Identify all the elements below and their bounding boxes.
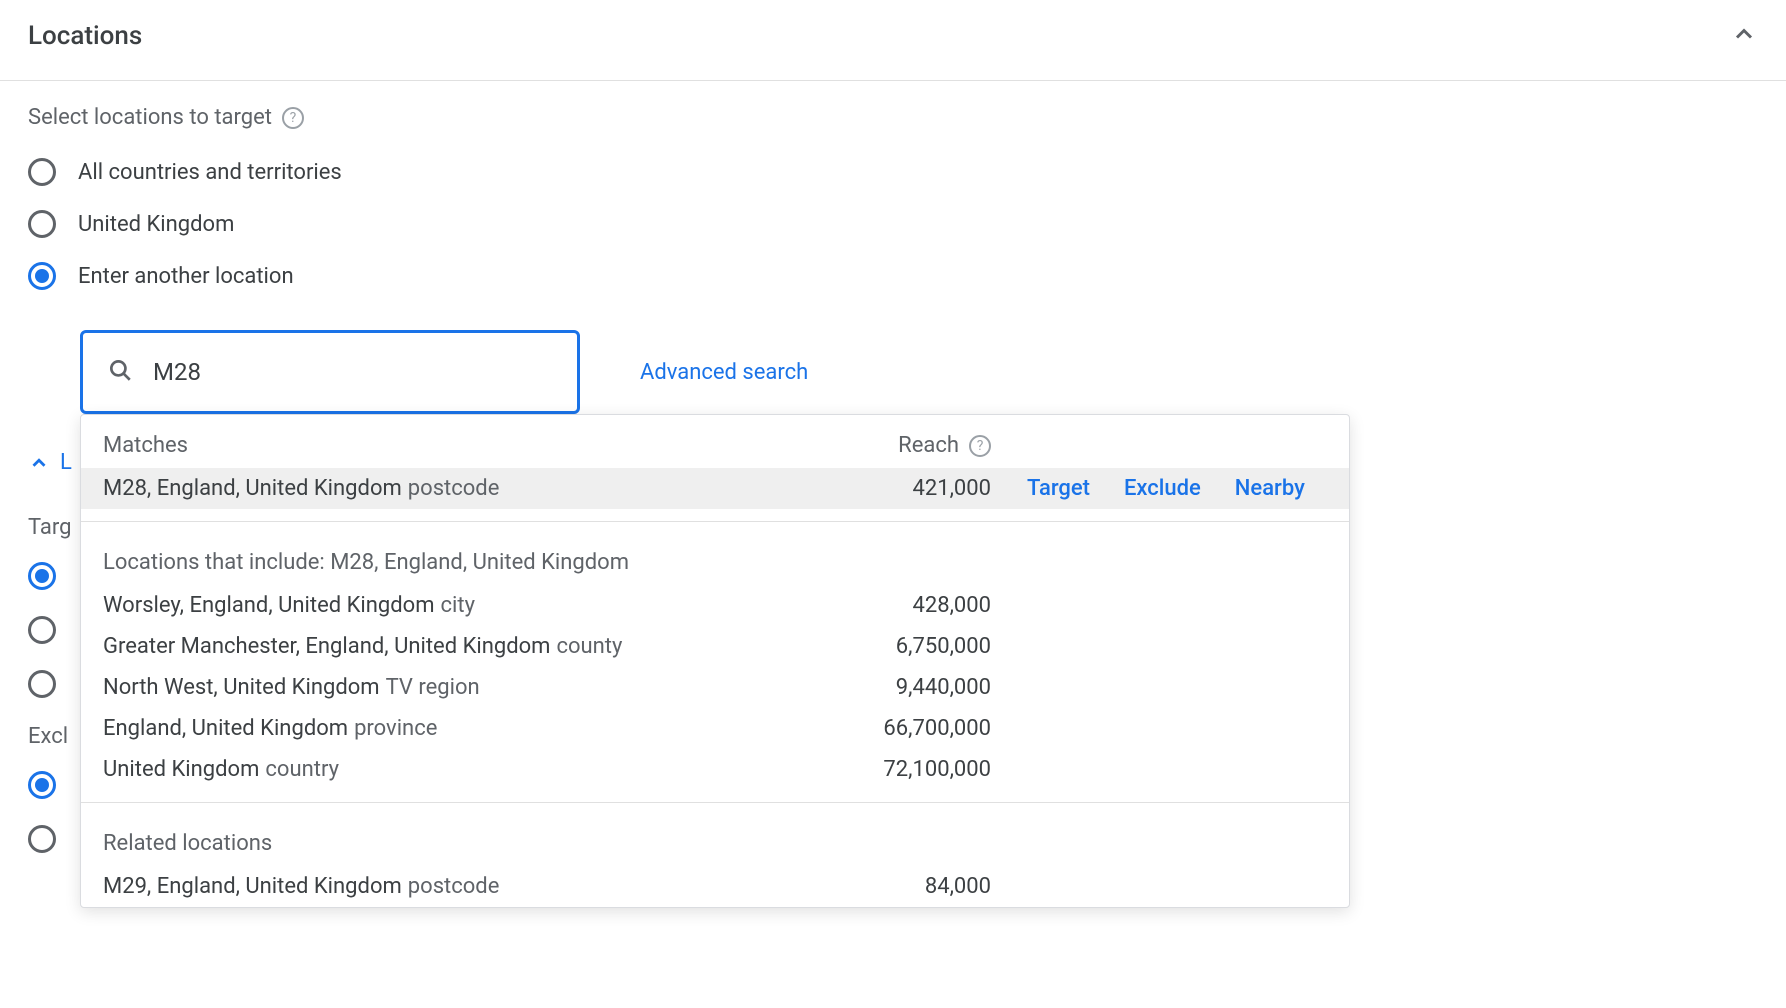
radio-icon — [28, 670, 56, 698]
suggestion-name: United Kingdom — [103, 757, 259, 782]
suggestion-name: M28, England, United Kingdom — [103, 476, 402, 501]
suggestion-type: province — [354, 716, 437, 741]
suggestion-type: TV region — [386, 675, 480, 700]
radio-icon — [28, 562, 56, 590]
includes-section-label: Locations that include: M28, England, Un… — [81, 534, 1349, 585]
radio-all-countries[interactable]: All countries and territories — [28, 158, 1758, 186]
suggestion-name: North West, United Kingdom — [103, 675, 380, 700]
suggestion-row[interactable]: England, United Kingdomprovince 66,700,00… — [81, 708, 1349, 749]
suggestion-reach: 6,750,000 — [801, 634, 1001, 659]
divider — [81, 802, 1349, 803]
suggestion-type: country — [265, 757, 339, 782]
collapse-icon[interactable] — [1730, 20, 1758, 52]
related-section-label: Related locations — [81, 815, 1349, 866]
help-icon[interactable]: ? — [282, 107, 304, 129]
radio-enter-another[interactable]: Enter another location — [28, 262, 1758, 290]
suggestion-name: England, United Kingdom — [103, 716, 348, 741]
target-button[interactable]: Target — [1027, 476, 1090, 501]
panel-title: Locations — [28, 21, 142, 51]
suggestion-reach: 428,000 — [801, 593, 1001, 618]
nearby-button[interactable]: Nearby — [1235, 476, 1305, 501]
reach-header: Reach — [898, 433, 959, 458]
location-suggestions-dropdown: Matches Reach ? M28, England, United Kin… — [80, 414, 1350, 908]
radio-label: Enter another location — [78, 264, 294, 289]
location-search-input[interactable] — [153, 358, 553, 386]
suggestion-row[interactable]: North West, United KingdomTV region 9,440… — [81, 667, 1349, 708]
suggestion-row[interactable]: M29, England, United Kingdompostcode 84,0… — [81, 866, 1349, 907]
suggestion-reach: 66,700,000 — [801, 716, 1001, 741]
suggestion-name: M29, England, United Kingdom — [103, 874, 402, 899]
suggestion-reach: 84,000 — [801, 874, 1001, 899]
matches-header: Matches — [103, 433, 801, 458]
radio-label: United Kingdom — [78, 212, 234, 237]
suggestion-type: city — [441, 593, 475, 618]
radio-icon — [28, 616, 56, 644]
radio-icon — [28, 210, 56, 238]
advanced-search-link[interactable]: Advanced search — [640, 360, 808, 385]
radio-icon — [28, 771, 56, 799]
exclude-button[interactable]: Exclude — [1124, 476, 1201, 501]
radio-icon — [28, 158, 56, 186]
suggestion-name: Worsley, England, United Kingdom — [103, 593, 435, 618]
divider — [81, 521, 1349, 522]
location-options-label: L — [60, 450, 72, 475]
radio-icon — [28, 825, 56, 853]
suggestion-row[interactable]: United Kingdomcountry72,100,000TargetExc… — [81, 749, 1349, 790]
select-locations-label: Select locations to target — [28, 105, 272, 130]
suggestion-row[interactable]: Worsley, England, United Kingdomcity 428,… — [81, 585, 1349, 626]
suggestion-row[interactable]: M28, England, United Kingdom postcode 42… — [81, 468, 1349, 509]
search-icon — [107, 357, 133, 387]
location-search-box[interactable] — [80, 330, 580, 414]
radio-label: All countries and territories — [78, 160, 342, 185]
radio-icon — [28, 262, 56, 290]
suggestion-reach: 9,440,000 — [801, 675, 1001, 700]
suggestion-type: postcode — [408, 874, 500, 899]
suggestion-reach: 72,100,000 — [801, 757, 1001, 782]
suggestion-name: Greater Manchester, England, United King… — [103, 634, 550, 659]
suggestion-type: postcode — [408, 476, 500, 501]
help-icon[interactable]: ? — [969, 435, 991, 457]
suggestion-reach: 421,000 — [801, 476, 1001, 501]
radio-united-kingdom[interactable]: United Kingdom — [28, 210, 1758, 238]
suggestion-row[interactable]: Greater Manchester, England, United King… — [81, 626, 1349, 667]
suggestion-type: county — [556, 634, 622, 659]
